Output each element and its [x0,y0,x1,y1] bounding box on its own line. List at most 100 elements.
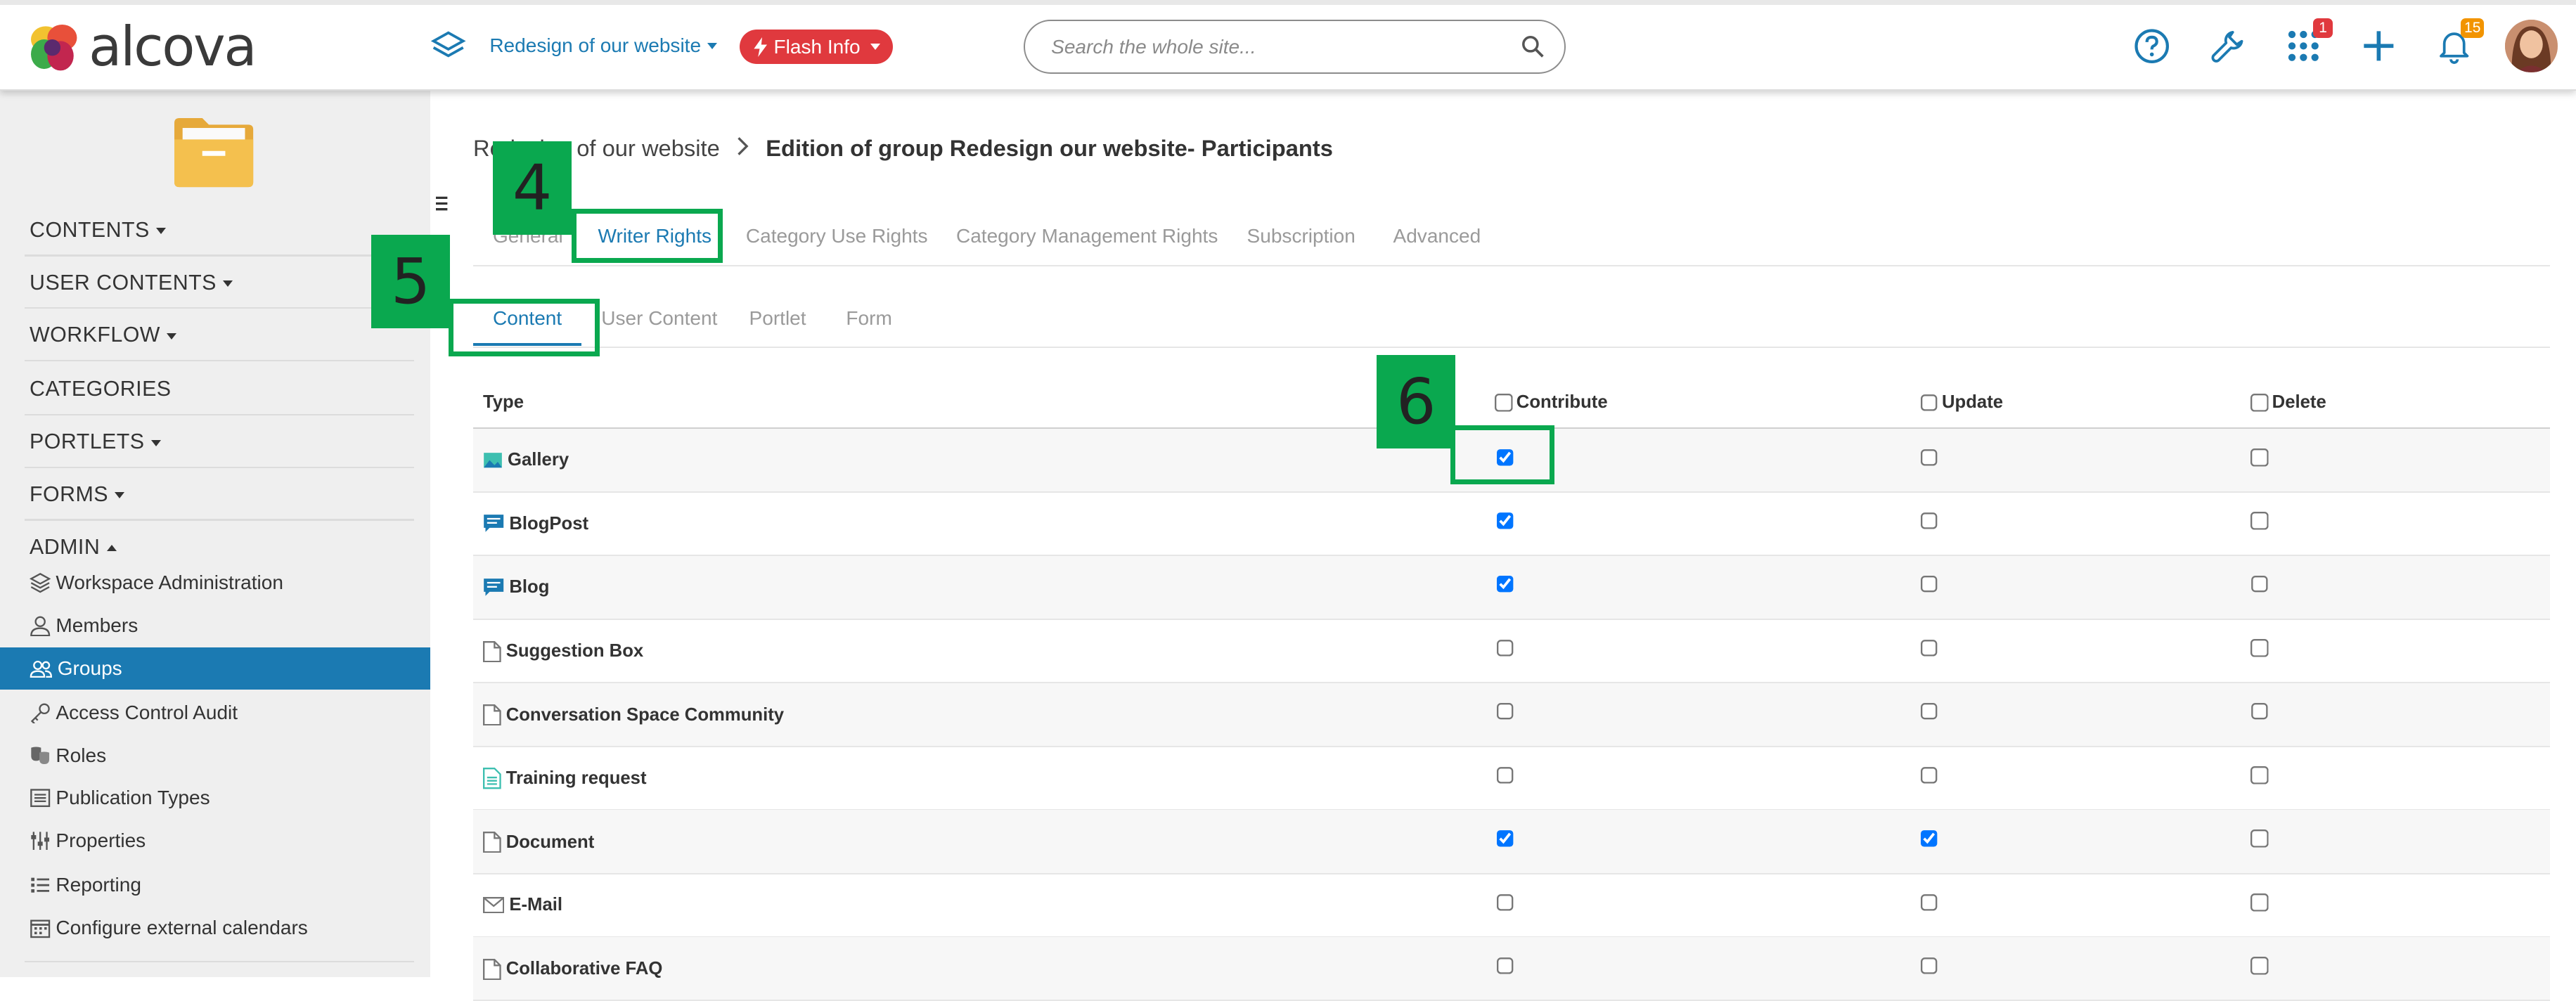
update-checkbox[interactable] [1920,639,1939,657]
row-type-label: Gallery [508,450,569,470]
delete-checkbox[interactable] [2250,829,2269,848]
tab-advanced[interactable]: Advanced [1393,225,1481,247]
row-type: Blog [483,577,549,598]
delete-checkbox[interactable] [2250,639,2269,657]
sidebar-item-roles[interactable]: Roles [30,744,106,767]
table-row: Blog [472,555,2550,620]
menu-user-contents[interactable]: USER CONTENTS [30,271,233,295]
subtab-form[interactable]: Form [846,307,891,330]
sidebar-item-workspace-administration[interactable]: Workspace Administration [30,571,283,594]
row-type-label: Blog [509,577,550,598]
update-checkbox[interactable] [1920,512,1939,531]
contribute-checkbox[interactable] [1496,512,1515,531]
apps-grid-icon[interactable]: 1 [2284,18,2333,65]
contribute-select-all-checkbox[interactable] [1495,394,1514,412]
divider [25,413,414,416]
row-type-label: Training request [505,768,647,789]
search-icon[interactable] [1521,35,1545,58]
delete-checkbox[interactable] [2250,893,2269,912]
sidebar-item-properties[interactable]: Properties [30,829,146,852]
update-checkbox[interactable] [1920,766,1939,784]
chevron-down-icon [223,280,233,287]
table-header: Type Contribute Update Delete [472,381,2550,429]
delete-checkbox[interactable] [2250,766,2269,784]
masks-icon [31,747,50,765]
workspace-label: Redesign of our website [489,34,702,57]
update-checkbox[interactable] [1920,702,1939,721]
writer-rights-subtabs: Content User Content Portlet Form [472,296,2550,349]
update-checkbox[interactable] [1920,893,1939,912]
tab-category-use-rights[interactable]: Category Use Rights [746,225,928,247]
contribute-checkbox[interactable] [1496,702,1515,721]
calendar-icon [30,919,51,938]
update-checkbox[interactable] [1920,448,1939,467]
row-type: Gallery [483,450,569,470]
sidebar-item-reporting[interactable]: Reporting [30,874,141,896]
row-type: BlogPost [483,514,588,534]
update-column-header: Update [1920,392,2003,413]
list-icon [30,789,51,808]
sidebar-item-publication-types[interactable]: Publication Types [30,787,210,809]
add-icon[interactable] [2359,26,2399,65]
step-marker-4: 4 [493,141,572,235]
divider [25,254,414,257]
menu-admin[interactable]: ADMIN [30,536,117,560]
search-input[interactable] [1048,34,1522,60]
chevron-down-icon [115,492,125,499]
delete-checkbox[interactable] [2250,512,2269,531]
update-checkbox[interactable] [1920,957,1939,976]
contribute-checkbox[interactable] [1496,766,1515,784]
notifications-badge: 15 [2461,18,2485,38]
blogpost-icon [483,514,509,534]
menu-contents[interactable]: CONTENTS [30,219,167,243]
delete-select-all-checkbox[interactable] [2250,394,2269,412]
subtab-user-content[interactable]: User Content [601,307,717,330]
chevron-down-icon [870,44,880,50]
sidebar-item-members[interactable]: Members [30,614,138,637]
flash-info-button[interactable]: Flash Info [739,30,894,65]
tab-category-management-rights[interactable]: Category Management Rights [956,225,1218,247]
subtab-portlet[interactable]: Portlet [749,307,806,330]
table-row: Collaborative FAQ [472,937,2550,1001]
workspace-selector[interactable]: Redesign of our website [430,30,718,63]
form-document-icon [482,768,506,789]
delete-checkbox[interactable] [2250,448,2269,467]
bell-icon[interactable]: 15 [2435,18,2485,65]
blog-icon [483,578,509,598]
sidebar-item-configure-external-calendars[interactable]: Configure external calendars [30,917,308,939]
menu-forms[interactable]: FORMS [30,483,125,507]
row-type: Suggestion Box [482,640,643,662]
divider [25,306,414,309]
update-checkbox[interactable] [1920,575,1939,594]
chevron-down-icon [150,439,161,446]
delete-checkbox[interactable] [2250,957,2269,976]
table-row: Conversation Space Community [472,683,2550,747]
avatar[interactable] [2505,20,2558,72]
contribute-checkbox[interactable] [1496,893,1515,912]
tab-subscription[interactable]: Subscription [1247,225,1355,247]
menu-workflow[interactable]: WORKFLOW [30,323,177,347]
menu-portlets[interactable]: PORTLETS [30,430,161,454]
contribute-column-header: Contribute [1495,392,1608,413]
breadcrumb: Redesign of our website Edition of group… [473,135,1333,162]
sidebar-item-access-control-audit[interactable]: Access Control Audit [30,702,238,724]
contribute-checkbox[interactable] [1496,829,1515,848]
collapse-sidebar-handle[interactable] [430,183,453,224]
top-line [0,0,2576,5]
update-select-all-checkbox[interactable] [1920,394,1939,412]
wrench-icon[interactable] [2208,26,2248,65]
menu-categories[interactable]: CATEGORIES [30,377,171,401]
contribute-checkbox[interactable] [1496,575,1515,594]
contribute-checkbox[interactable] [1496,957,1515,976]
sidebar-item-groups[interactable]: Groups [0,647,431,690]
divider [25,466,414,468]
highlight-writer-rights [572,208,723,263]
alcova-logo[interactable]: alcova [26,20,257,75]
document-icon [482,958,506,981]
help-icon[interactable] [2132,26,2172,65]
contribute-checkbox[interactable] [1496,639,1515,657]
delete-checkbox[interactable] [2250,702,2269,721]
update-checkbox[interactable] [1920,829,1939,848]
site-search[interactable] [1023,20,1566,75]
delete-checkbox[interactable] [2250,575,2269,594]
